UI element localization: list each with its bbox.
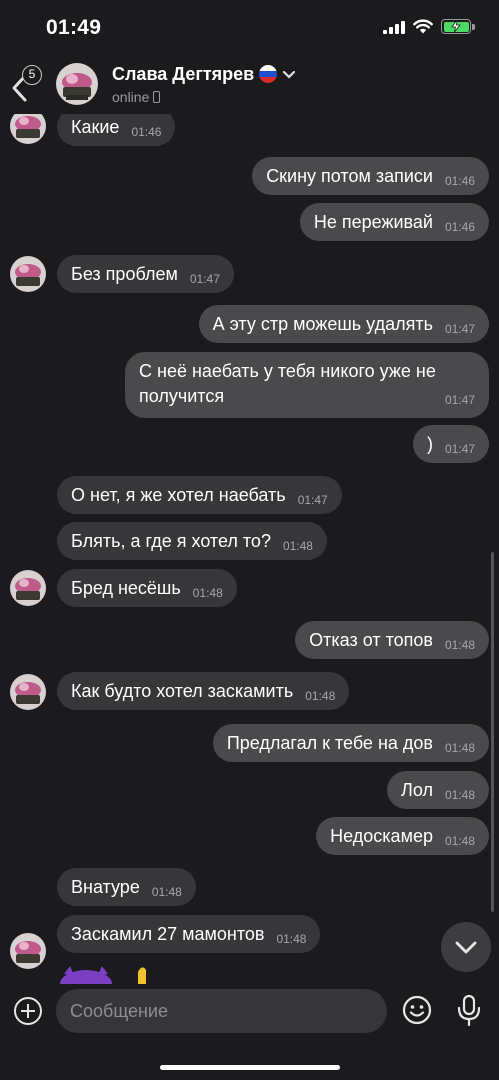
contact-name-text: Слава Дегтярев bbox=[112, 64, 255, 84]
message-bubble-outgoing[interactable]: Предлагал к тебе на дов 01:48 bbox=[212, 724, 489, 762]
message-text: Бред несёшь bbox=[71, 578, 181, 598]
message-time: 01:46 bbox=[444, 174, 475, 188]
message-time: 01:48 bbox=[444, 788, 475, 802]
message-time: 01:47 bbox=[444, 393, 475, 407]
message-bubble-incoming[interactable]: О нет, я же хотел наебать 01:47 bbox=[57, 476, 342, 514]
russian-flag-icon bbox=[259, 65, 278, 83]
microphone-button[interactable] bbox=[456, 994, 482, 1027]
microphone-icon bbox=[457, 994, 481, 1027]
message-text: Отказ от топов bbox=[309, 630, 433, 650]
message-time: 01:46 bbox=[131, 125, 162, 139]
unread-count-badge: 5 bbox=[22, 65, 42, 85]
message-bubble-incoming[interactable]: Заскамил 27 мамонтов 01:48 bbox=[57, 915, 321, 953]
message-time: 01:48 bbox=[192, 586, 223, 600]
message-time: 01:47 bbox=[297, 493, 328, 507]
message-bubble-incoming[interactable]: Без проблем 01:47 bbox=[57, 255, 234, 293]
chevron-down-icon bbox=[455, 941, 477, 954]
message-text: ) bbox=[426, 434, 433, 454]
message-text: Не переживай bbox=[313, 212, 433, 232]
mobile-device-icon bbox=[153, 91, 161, 103]
message-text: О нет, я же хотел наебать bbox=[71, 485, 286, 505]
sender-avatar[interactable] bbox=[10, 933, 46, 969]
scrollbar[interactable] bbox=[491, 552, 494, 912]
message-text: Как будто хотел заскамить bbox=[71, 681, 294, 701]
message-time: 01:47 bbox=[444, 442, 475, 456]
message-bubble-outgoing[interactable]: Лол 01:48 bbox=[387, 771, 489, 809]
message-time: 01:47 bbox=[444, 322, 475, 336]
contact-status-text: online bbox=[112, 89, 150, 105]
message-text: Скину потом записи bbox=[266, 166, 433, 186]
chat-header: 5 Слава Дегтярев online bbox=[0, 56, 499, 114]
message-bubble-outgoing[interactable]: ) 01:47 bbox=[412, 425, 489, 463]
message-text: Блять, а где я хотел то? bbox=[71, 531, 271, 551]
message-text: А эту стр можешь удалять bbox=[212, 314, 433, 334]
message-bubble-incoming[interactable]: Внатуре 01:48 bbox=[57, 868, 196, 906]
smile-icon bbox=[402, 995, 432, 1025]
contact-avatar[interactable] bbox=[56, 63, 98, 105]
message-text: Заскамил 27 мамонтов bbox=[71, 924, 265, 944]
message-time: 01:48 bbox=[444, 834, 475, 848]
attach-plus-button[interactable] bbox=[14, 997, 42, 1025]
message-time: 01:48 bbox=[276, 932, 307, 946]
message-bubble-outgoing[interactable]: Скину потом записи 01:46 bbox=[252, 157, 489, 195]
message-time: 01:47 bbox=[189, 272, 220, 286]
message-text: Внатуре bbox=[71, 877, 140, 897]
message-list[interactable]: Какие 01:46 Скину потом записи 01:46 Не пе… bbox=[0, 0, 499, 985]
home-indicator[interactable] bbox=[160, 1065, 340, 1070]
sender-avatar[interactable] bbox=[10, 256, 46, 292]
contact-name[interactable]: Слава Дегтярев bbox=[112, 64, 296, 85]
message-text: Без проблем bbox=[71, 264, 178, 284]
message-time: 01:48 bbox=[151, 885, 182, 899]
message-bubble-incoming[interactable]: Как будто хотел заскамить 01:48 bbox=[57, 672, 350, 710]
emoji-message-partial[interactable] bbox=[58, 962, 178, 984]
message-text: Лол bbox=[401, 780, 433, 800]
message-bubble-outgoing[interactable]: Не переживай 01:46 bbox=[299, 203, 489, 241]
message-bubble-incoming[interactable]: Бред несёшь 01:48 bbox=[57, 569, 237, 607]
message-text: Предлагал к тебе на дов bbox=[226, 733, 433, 753]
message-bubble-outgoing[interactable]: С неё наебать у тебя никого уже не получ… bbox=[125, 352, 489, 418]
message-time: 01:46 bbox=[444, 220, 475, 234]
message-compose-bar bbox=[0, 985, 499, 1080]
message-text: Недоскамер bbox=[330, 826, 433, 846]
message-time: 01:48 bbox=[282, 539, 313, 553]
chevron-down-icon bbox=[283, 71, 296, 79]
message-time: 01:48 bbox=[444, 741, 475, 755]
message-bubble-outgoing[interactable]: Недоскамер 01:48 bbox=[316, 817, 489, 855]
emoji-button[interactable] bbox=[402, 995, 432, 1025]
sender-avatar[interactable] bbox=[10, 570, 46, 606]
message-text: С неё наебать у тебя никого уже не получ… bbox=[139, 361, 436, 406]
scroll-to-bottom-button[interactable] bbox=[441, 922, 491, 972]
contact-status: online bbox=[112, 89, 161, 105]
message-time: 01:48 bbox=[444, 638, 475, 652]
sender-avatar[interactable] bbox=[10, 674, 46, 710]
message-input[interactable] bbox=[56, 989, 387, 1033]
message-bubble-incoming[interactable]: Блять, а где я хотел то? 01:48 bbox=[57, 522, 327, 560]
message-time: 01:48 bbox=[305, 689, 336, 703]
message-bubble-outgoing[interactable]: А эту стр можешь удалять 01:47 bbox=[198, 305, 489, 343]
message-text: Какие bbox=[71, 117, 120, 137]
message-bubble-outgoing[interactable]: Отказ от топов 01:48 bbox=[295, 621, 489, 659]
